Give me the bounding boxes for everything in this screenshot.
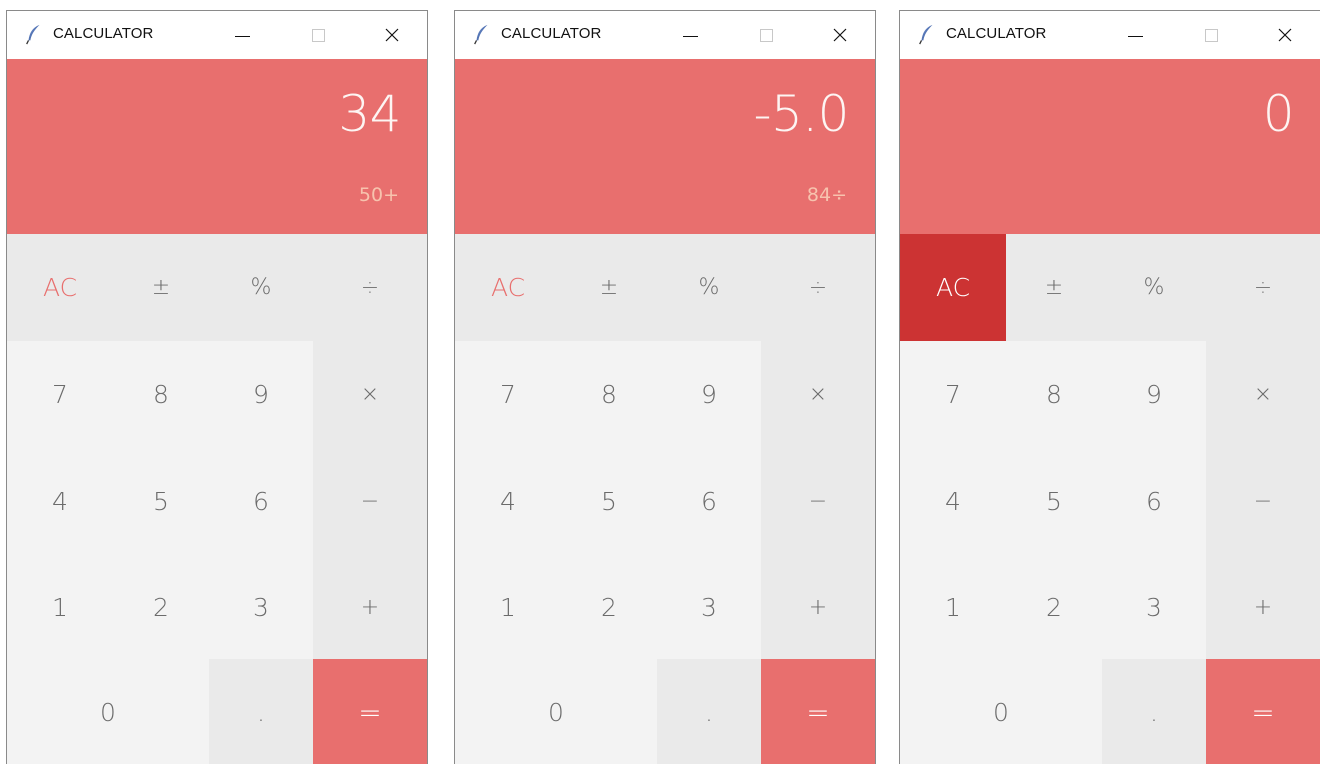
digit-7-button[interactable]: 7 [455, 341, 561, 448]
expression-display: 84÷ [806, 184, 847, 206]
window-title: CALCULATOR [53, 25, 154, 42]
minus-button[interactable]: − [1206, 448, 1320, 555]
digit-9-button[interactable]: 9 [209, 341, 313, 448]
result-display: -5.0 [753, 85, 849, 143]
display-panel: 34 50+ [7, 59, 427, 234]
calculator-window-1: CALCULATOR 34 50+ AC ±% ÷ 7 8 9 × 4 5 6− 1 2 3 +0. = [6, 10, 428, 764]
minimize-icon [234, 35, 250, 37]
percent-button[interactable]: % [209, 234, 313, 341]
window-title: CALCULATOR [501, 25, 602, 42]
keypad: AC ±% ÷ 7 8 9 × 4 5 6− 1 2 3 +0. = [900, 234, 1320, 764]
digit-0-button[interactable]: 0 [7, 659, 209, 764]
window-title: CALCULATOR [946, 25, 1047, 42]
minimize-button[interactable] [1112, 11, 1158, 59]
digit-8-button[interactable]: 8 [561, 341, 657, 448]
ac-button[interactable]: AC [455, 234, 561, 341]
plus-minus-button[interactable]: ± [561, 234, 657, 341]
digit-1-button[interactable]: 1 [900, 555, 1006, 659]
digit-6-button[interactable]: 6 [209, 448, 313, 555]
keypad: AC ±% ÷ 7 8 9 × 4 5 6− 1 2 3 +0. = [455, 234, 875, 764]
digit-1-button[interactable]: 1 [7, 555, 113, 659]
plus-button[interactable]: + [313, 555, 427, 659]
digit-1-button[interactable]: 1 [455, 555, 561, 659]
title-bar: CALCULATOR [7, 11, 427, 59]
feather-icon [471, 23, 493, 45]
minimize-icon [682, 35, 698, 37]
title-bar: CALCULATOR [455, 11, 875, 59]
close-button[interactable] [1262, 11, 1308, 59]
decimal-button[interactable]: . [209, 659, 313, 764]
digit-4-button[interactable]: 4 [900, 448, 1006, 555]
calculator-window-2: CALCULATOR -5.0 84÷ AC ±% ÷ 7 8 9 × 4 5 6− 1 2 3 +0. = [454, 10, 876, 764]
equals-button[interactable]: = [1206, 659, 1320, 764]
digit-3-button[interactable]: 3 [1102, 555, 1206, 659]
maximize-button[interactable] [295, 11, 341, 59]
digit-3-button[interactable]: 3 [209, 555, 313, 659]
digit-5-button[interactable]: 5 [113, 448, 209, 555]
digit-9-button[interactable]: 9 [1102, 341, 1206, 448]
digit-9-button[interactable]: 9 [657, 341, 761, 448]
minimize-button[interactable] [219, 11, 265, 59]
plus-minus-button[interactable]: ± [113, 234, 209, 341]
digit-4-button[interactable]: 4 [7, 448, 113, 555]
close-icon [1277, 27, 1293, 43]
digit-7-button[interactable]: 7 [7, 341, 113, 448]
maximize-icon [311, 28, 325, 42]
plus-minus-button[interactable]: ± [1006, 234, 1102, 341]
feather-icon [23, 23, 45, 45]
divide-button[interactable]: ÷ [313, 234, 427, 341]
digit-8-button[interactable]: 8 [1006, 341, 1102, 448]
multiply-button[interactable]: × [761, 341, 875, 448]
close-icon [832, 27, 848, 43]
digit-5-button[interactable]: 5 [1006, 448, 1102, 555]
digit-0-button[interactable]: 0 [900, 659, 1102, 764]
divide-button[interactable]: ÷ [1206, 234, 1320, 341]
digit-7-button[interactable]: 7 [900, 341, 1006, 448]
maximize-icon [759, 28, 773, 42]
keypad: AC ±% ÷ 7 8 9 × 4 5 6− 1 2 3 +0. = [7, 234, 427, 764]
minimize-button[interactable] [667, 11, 713, 59]
digit-8-button[interactable]: 8 [113, 341, 209, 448]
multiply-button[interactable]: × [313, 341, 427, 448]
minus-button[interactable]: − [313, 448, 427, 555]
decimal-button[interactable]: . [657, 659, 761, 764]
digit-0-button[interactable]: 0 [455, 659, 657, 764]
equals-button[interactable]: = [761, 659, 875, 764]
result-display: 34 [338, 85, 401, 143]
minimize-icon [1127, 35, 1143, 37]
maximize-button[interactable] [1188, 11, 1234, 59]
digit-3-button[interactable]: 3 [657, 555, 761, 659]
plus-button[interactable]: + [761, 555, 875, 659]
digit-2-button[interactable]: 2 [561, 555, 657, 659]
plus-button[interactable]: + [1206, 555, 1320, 659]
calculator-window-3: CALCULATOR 0 AC ±% ÷ 7 8 9 × 4 5 6− 1 2 3 +0. = [899, 10, 1320, 764]
equals-button[interactable]: = [313, 659, 427, 764]
divide-button[interactable]: ÷ [761, 234, 875, 341]
digit-5-button[interactable]: 5 [561, 448, 657, 555]
ac-button[interactable]: AC [7, 234, 113, 341]
digit-2-button[interactable]: 2 [1006, 555, 1102, 659]
title-bar: CALCULATOR [900, 11, 1320, 59]
percent-button[interactable]: % [657, 234, 761, 341]
maximize-button[interactable] [743, 11, 789, 59]
display-panel: -5.0 84÷ [455, 59, 875, 234]
ac-button[interactable]: AC [900, 234, 1006, 341]
decimal-button[interactable]: . [1102, 659, 1206, 764]
result-display: 0 [1262, 85, 1295, 143]
feather-icon [916, 23, 938, 45]
close-icon [384, 27, 400, 43]
display-panel: 0 [900, 59, 1320, 234]
maximize-icon [1204, 28, 1218, 42]
minus-button[interactable]: − [761, 448, 875, 555]
close-button[interactable] [817, 11, 863, 59]
multiply-button[interactable]: × [1206, 341, 1320, 448]
close-button[interactable] [369, 11, 415, 59]
digit-4-button[interactable]: 4 [455, 448, 561, 555]
digit-6-button[interactable]: 6 [657, 448, 761, 555]
expression-display: 50+ [358, 184, 399, 206]
digit-6-button[interactable]: 6 [1102, 448, 1206, 555]
digit-2-button[interactable]: 2 [113, 555, 209, 659]
percent-button[interactable]: % [1102, 234, 1206, 341]
